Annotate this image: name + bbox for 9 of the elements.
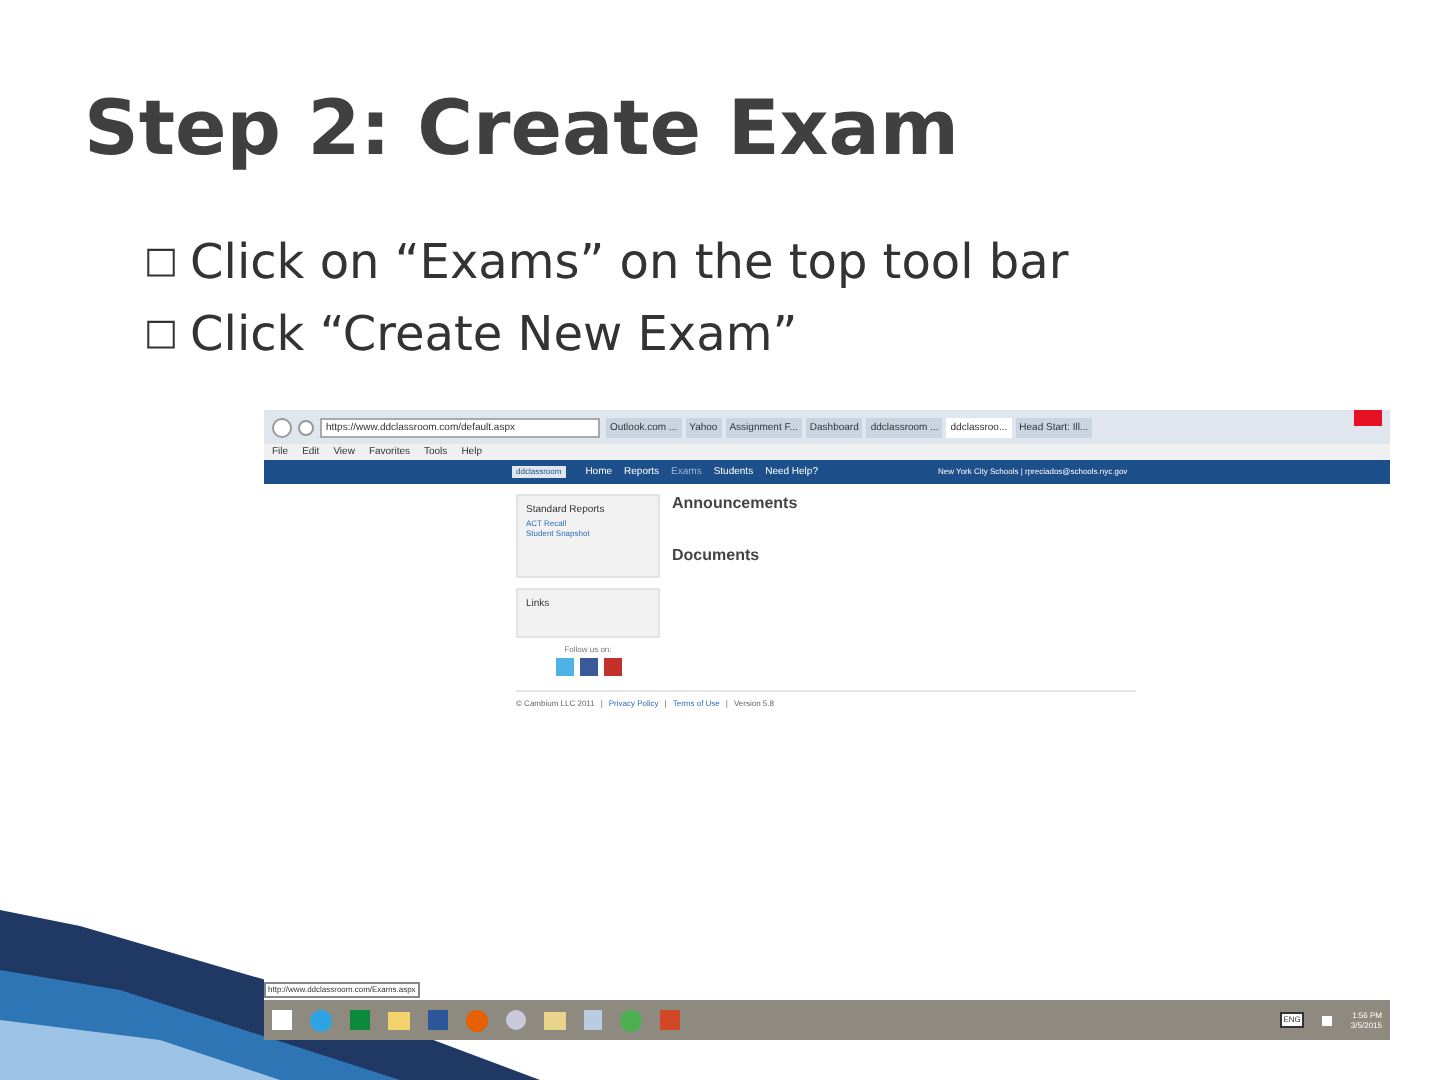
section-heading: Announcements bbox=[672, 494, 798, 514]
forward-icon[interactable] bbox=[298, 419, 314, 435]
section-heading: Documents bbox=[672, 546, 762, 566]
back-icon[interactable] bbox=[272, 417, 292, 437]
bullet-marker: □ bbox=[144, 310, 179, 358]
bullet-text: Click on “Exams” on the top tool bar bbox=[190, 232, 1069, 292]
slide-title: Step 2: Create Exam bbox=[84, 82, 962, 176]
bullet-text: Click “Create New Exam” bbox=[190, 304, 798, 364]
bullet-marker: □ bbox=[144, 238, 179, 286]
